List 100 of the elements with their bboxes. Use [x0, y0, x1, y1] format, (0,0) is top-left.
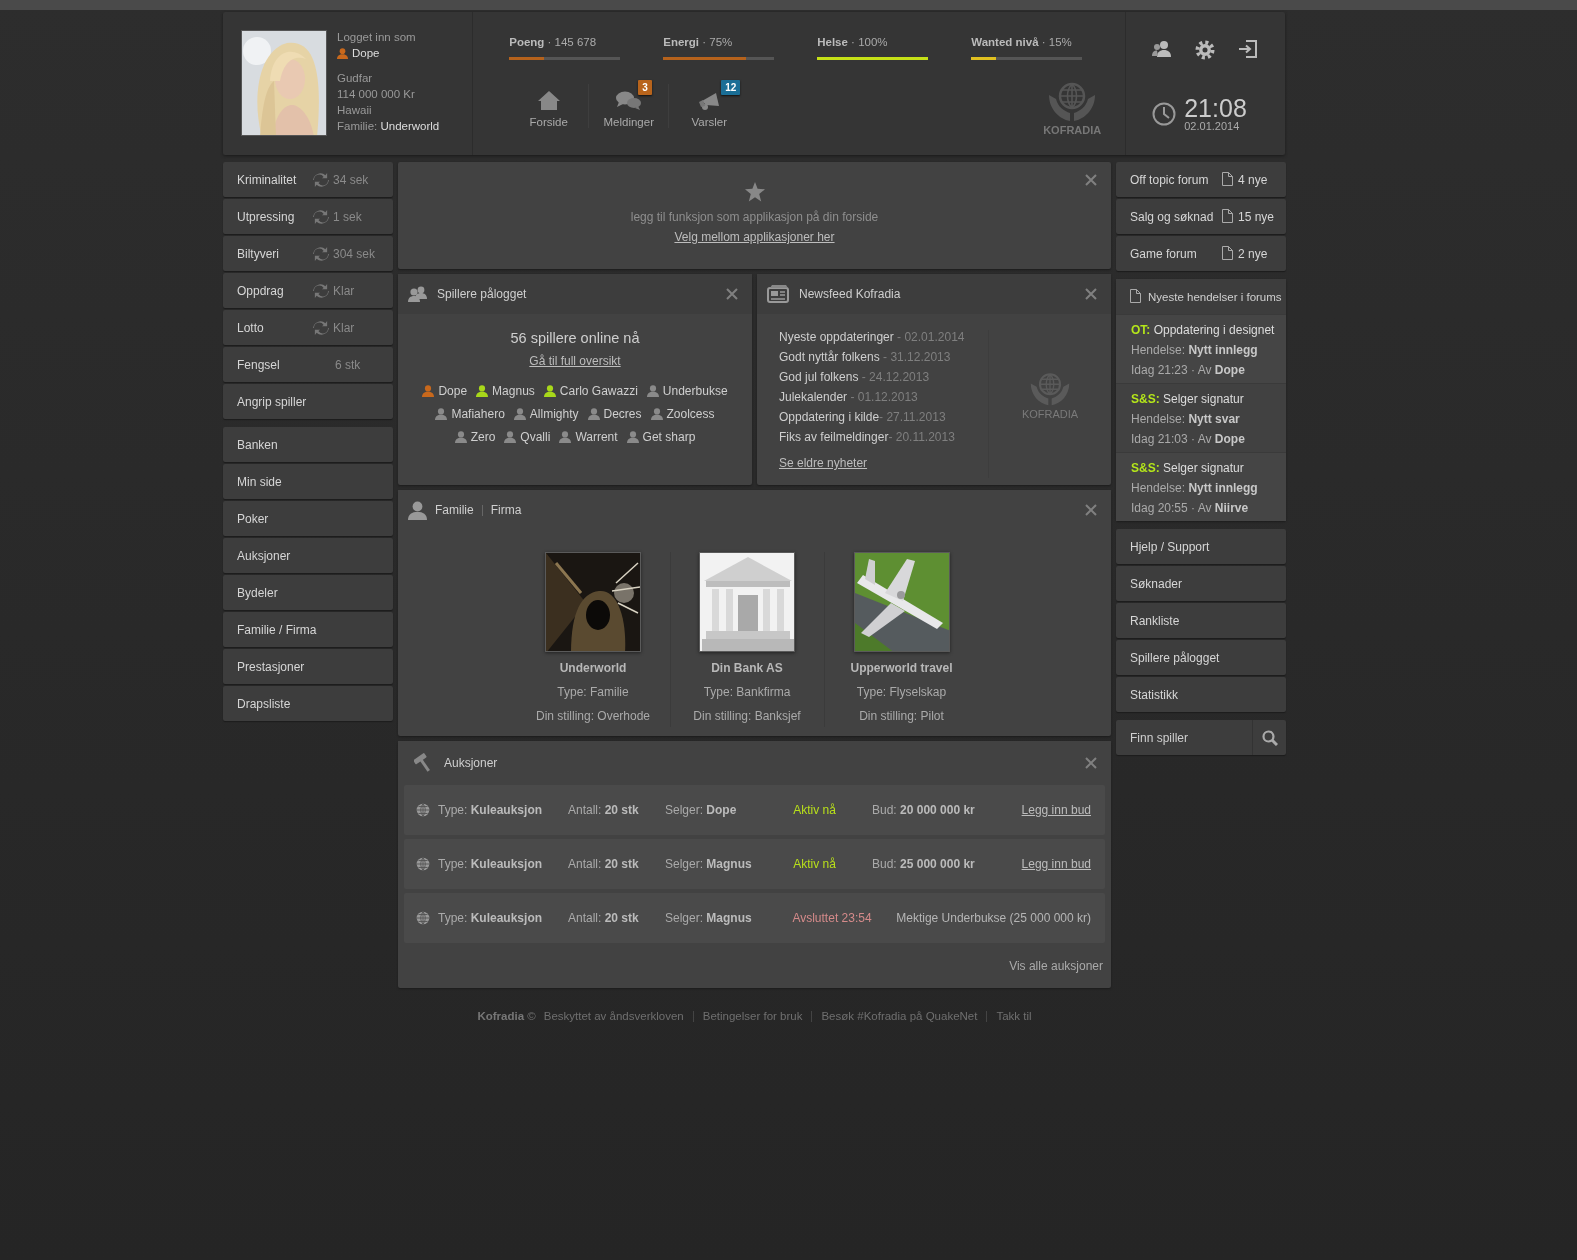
- menu-item[interactable]: Poker: [223, 501, 393, 536]
- menu-item[interactable]: Angrip spiller: [223, 384, 393, 419]
- money-text: 114 000 000 Kr: [337, 88, 416, 100]
- company-name[interactable]: Underworld: [559, 661, 627, 675]
- close-icon[interactable]: [726, 288, 738, 300]
- menu-item[interactable]: Fengsel 6 stk: [223, 347, 393, 382]
- player-link[interactable]: Magnus: [492, 384, 535, 398]
- auction-status: Aktiv nå: [792, 803, 837, 817]
- news-item[interactable]: Godt nyttår folkens - 31.12.2013: [779, 350, 988, 364]
- company-name[interactable]: Upperworld travel: [850, 661, 953, 675]
- player-link[interactable]: Decres: [603, 407, 642, 421]
- news-item[interactable]: Nyeste oppdateringer - 02.01.2014: [779, 330, 988, 344]
- users-icon: [408, 286, 427, 302]
- panel-title[interactable]: Firma: [490, 503, 522, 517]
- search-field[interactable]: Finn spiller: [1116, 720, 1286, 755]
- menu-item[interactable]: Min side: [223, 464, 393, 499]
- menu-item[interactable]: Hjelp / Support: [1116, 529, 1286, 564]
- news-item[interactable]: Fiks av feilmeldinger- 20.11.2013: [779, 430, 988, 444]
- all-auctions-link[interactable]: Vis alle auksjoner: [1009, 959, 1103, 973]
- player-link[interactable]: Carlo Gawazzi: [559, 384, 638, 398]
- event-text: Hendelse: Nytt innlegg: [1131, 481, 1259, 495]
- refresh-icon: [313, 320, 329, 335]
- hint-text: legg til funksjon som applikasjon på din forside: [630, 210, 879, 224]
- auction-status: Aktiv nå: [792, 857, 837, 871]
- older-news-link[interactable]: Se eldre nyheter: [779, 456, 868, 470]
- refresh-icon: [313, 209, 329, 224]
- bid-link[interactable]: Legg inn bud: [1021, 857, 1091, 871]
- panel-title[interactable]: Familie: [435, 503, 474, 517]
- auction-type: Type: Kuleauksjon: [438, 857, 543, 871]
- close-icon[interactable]: [1085, 288, 1097, 300]
- menu-item[interactable]: Søknader: [1116, 566, 1286, 601]
- logo-text: KOFRADIA: [1021, 408, 1079, 420]
- position-text: Din stilling: Overhode: [535, 709, 651, 723]
- player-link[interactable]: Get sharp: [642, 430, 696, 444]
- globe-icon: [416, 857, 430, 871]
- position-text: Din stilling: Pilot: [859, 709, 944, 723]
- menu-item[interactable]: Biltyveri 304 sek: [223, 236, 393, 271]
- auction-count: Antall: 20 stk: [568, 911, 640, 925]
- menu-item[interactable]: Drapsliste: [223, 686, 393, 721]
- settings-icon[interactable]: [1195, 40, 1216, 60]
- player-link[interactable]: Zoolcess: [666, 407, 715, 421]
- menu-item[interactable]: Oppdrag Klar: [223, 273, 393, 308]
- auction-type: Type: Kuleauksjon: [438, 803, 543, 817]
- news-item[interactable]: God jul folkens - 24.12.2013: [779, 370, 988, 384]
- menu-item[interactable]: Lotto Klar: [223, 310, 393, 345]
- username[interactable]: Dope: [352, 47, 380, 59]
- player-link[interactable]: Dope: [438, 384, 468, 398]
- event-text: Hendelse: Nytt svar: [1131, 412, 1241, 426]
- news-item[interactable]: Julekalender - 01.12.2013: [779, 390, 988, 404]
- logout-icon[interactable]: [1239, 40, 1258, 58]
- menu-item[interactable]: Banken: [223, 427, 393, 462]
- player-link[interactable]: Allmighty: [529, 407, 579, 421]
- clock-date: 02.01.2014: [1184, 120, 1241, 132]
- overview-link[interactable]: Gå til full oversikt: [529, 354, 621, 368]
- menu-item[interactable]: Spillere pålogget: [1116, 640, 1286, 675]
- close-icon[interactable]: [1085, 504, 1097, 516]
- close-icon[interactable]: [1085, 174, 1097, 186]
- player-link[interactable]: Qvalli: [520, 430, 551, 444]
- menu-item[interactable]: Kriminalitet 34 sek: [223, 162, 393, 197]
- forum-item[interactable]: Salg og søknad 15 nye: [1116, 199, 1286, 234]
- auction-bid: Bud: 20 000 000 kr: [872, 803, 975, 817]
- menu-item[interactable]: Familie / Firma: [223, 612, 393, 647]
- news-item[interactable]: Oppdatering i kilde- 27.11.2013: [779, 410, 988, 424]
- company-type: Type: Bankfirma: [703, 685, 791, 699]
- forum-item[interactable]: Off topic forum 4 nye: [1116, 162, 1286, 197]
- menu-item[interactable]: Statistikk: [1116, 677, 1286, 712]
- forum-item[interactable]: Game forum 2 nye: [1116, 236, 1286, 271]
- apps-link[interactable]: Velg mellom applikasjoner her: [674, 230, 835, 244]
- refresh-icon: [313, 283, 329, 298]
- auction-seller: Selger: Magnus: [665, 857, 753, 871]
- star-icon: [744, 182, 765, 202]
- menu-item[interactable]: Bydeler: [223, 575, 393, 610]
- users-icon[interactable]: [1152, 40, 1172, 57]
- auction-count: Antall: 20 stk: [568, 857, 640, 871]
- user-icon: [337, 47, 348, 59]
- topic-link[interactable]: S&S: Selger signatur: [1131, 392, 1272, 406]
- menu-item[interactable]: Rankliste: [1116, 603, 1286, 638]
- player-link[interactable]: Underbukse: [662, 384, 728, 398]
- nav-item[interactable]: 3 Meldinger: [589, 84, 670, 128]
- stat-label: Helse · 100%: [817, 36, 889, 48]
- globe-icon: [416, 911, 430, 925]
- panel-title: Spillere pålogget: [437, 287, 527, 301]
- new-count: 2 nye: [1238, 246, 1268, 261]
- close-icon[interactable]: [1085, 757, 1097, 769]
- search-icon[interactable]: [1261, 729, 1278, 746]
- event-meta: Idag 20:55 · Av Niirve: [1131, 501, 1250, 515]
- player-link[interactable]: Zero: [470, 430, 496, 444]
- company-name[interactable]: Din Bank AS: [711, 661, 783, 675]
- menu-item[interactable]: Auksjoner: [223, 538, 393, 573]
- menu-item[interactable]: Utpressing 1 sek: [223, 199, 393, 234]
- menu-item[interactable]: Prestasjoner: [223, 649, 393, 684]
- topic-link[interactable]: S&S: Selger signatur: [1131, 461, 1272, 475]
- refresh-icon: [313, 172, 329, 187]
- document-icon: [1222, 172, 1233, 187]
- player-link[interactable]: Warrent: [575, 430, 618, 444]
- player-link[interactable]: Mafiahero: [451, 407, 505, 421]
- count-badge: 3: [638, 80, 652, 95]
- bid-link[interactable]: Legg inn bud: [1021, 803, 1091, 817]
- auction-seller: Selger: Magnus: [665, 911, 753, 925]
- nav-item[interactable]: Forside: [509, 84, 590, 128]
